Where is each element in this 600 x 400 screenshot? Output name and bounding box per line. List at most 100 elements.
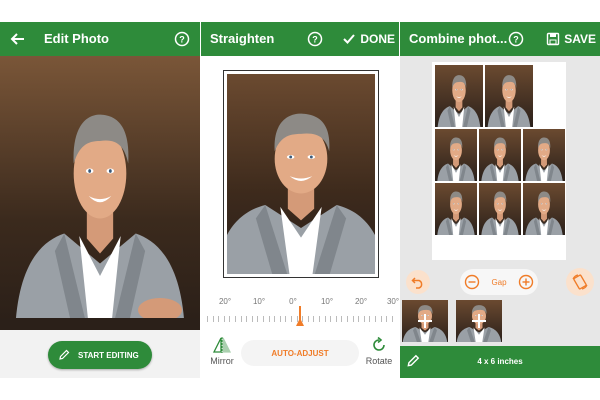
sheet-photo[interactable] bbox=[478, 182, 522, 236]
straighten-screen: Straighten ? DONE 20° 10° 0° 10° 20° 30° bbox=[201, 22, 399, 378]
auto-adjust-button[interactable]: AUTO-ADJUST bbox=[241, 340, 359, 366]
sheet-photo[interactable] bbox=[522, 182, 566, 236]
ruler-tick bbox=[352, 316, 354, 322]
ruler-tick bbox=[218, 316, 220, 322]
photo-tray bbox=[400, 298, 600, 346]
ruler-tick bbox=[324, 316, 326, 322]
save-label: SAVE bbox=[564, 32, 596, 46]
sheet-photo[interactable] bbox=[478, 128, 522, 182]
plus-icon bbox=[472, 314, 486, 328]
tray-photo[interactable] bbox=[402, 300, 448, 342]
ruler-tick bbox=[386, 316, 388, 322]
edit-photo-app-bar: Edit Photo ? bbox=[0, 22, 200, 56]
straighten-app-bar: Straighten ? DONE bbox=[201, 22, 399, 56]
mirror-button[interactable]: Mirror bbox=[207, 336, 237, 366]
ruler-tick bbox=[279, 316, 281, 322]
print-size-label: 4 x 6 inches bbox=[477, 357, 523, 366]
straighten-controls: Mirror AUTO-ADJUST Rotate bbox=[201, 332, 399, 378]
ruler-tick bbox=[207, 316, 208, 322]
plus-circle-icon[interactable] bbox=[518, 274, 534, 290]
svg-text:?: ? bbox=[179, 35, 185, 45]
ruler-tick bbox=[319, 316, 320, 322]
bottom-margin bbox=[0, 378, 600, 400]
ruler-tick bbox=[263, 316, 264, 322]
sheet-photo[interactable] bbox=[522, 128, 566, 182]
print-size-bar[interactable]: 4 x 6 inches bbox=[400, 346, 600, 378]
save-button[interactable]: SAVE bbox=[546, 22, 596, 56]
sheet-photo[interactable] bbox=[434, 64, 484, 128]
ruler-tick bbox=[235, 316, 236, 322]
undo-button[interactable] bbox=[406, 270, 430, 294]
rotate-layout-button[interactable] bbox=[566, 268, 594, 296]
ruler-label: 0° bbox=[289, 297, 297, 306]
sheet-photo[interactable] bbox=[484, 64, 534, 128]
help-circle-icon[interactable]: ? bbox=[508, 31, 524, 47]
ruler-tick bbox=[369, 316, 371, 322]
help-circle-icon[interactable]: ? bbox=[174, 31, 190, 47]
layout-controls: Gap bbox=[400, 266, 600, 298]
ruler-tick bbox=[330, 316, 332, 322]
page-title: Combine phot... bbox=[409, 31, 508, 46]
done-label: DONE bbox=[360, 32, 395, 46]
sheet-photo[interactable] bbox=[434, 128, 478, 182]
page-title: Straighten bbox=[210, 31, 275, 46]
ruler-tick bbox=[240, 316, 242, 322]
gap-label: Gap bbox=[491, 277, 507, 287]
rotate-button[interactable]: Rotate bbox=[363, 336, 395, 366]
ruler-label: 10° bbox=[252, 297, 266, 306]
undo-icon bbox=[411, 277, 423, 289]
minus-circle-icon[interactable] bbox=[464, 274, 480, 290]
ruler-label: 30° bbox=[386, 297, 399, 306]
combine-photos-screen: Combine phot... ? SAVE Gap 4 x 6 inches bbox=[400, 22, 600, 378]
tray-photo[interactable] bbox=[456, 300, 502, 342]
ruler-tick bbox=[285, 316, 287, 322]
edit-photo-screen: Edit Photo ? START EDITING bbox=[0, 22, 200, 378]
plus-icon bbox=[418, 314, 432, 328]
ruler-tick bbox=[391, 316, 393, 322]
angle-ruler[interactable]: 20° 10° 0° 10° 20° 30° bbox=[201, 294, 399, 332]
check-icon bbox=[343, 34, 356, 44]
ruler-tick bbox=[229, 316, 231, 322]
ruler-tick bbox=[246, 316, 248, 322]
ruler-tick bbox=[358, 316, 360, 322]
print-sheet-preview bbox=[432, 62, 566, 260]
ruler-tick bbox=[313, 316, 315, 322]
help-circle-icon[interactable]: ? bbox=[307, 31, 323, 47]
ruler-tick bbox=[341, 316, 343, 322]
rotate-icon bbox=[572, 274, 588, 290]
ruler-label: 20° bbox=[354, 297, 368, 306]
rotate-icon bbox=[373, 336, 385, 351]
ruler-tick bbox=[347, 316, 348, 322]
ruler-tick bbox=[335, 316, 337, 322]
done-button[interactable]: DONE bbox=[342, 22, 395, 56]
ruler-tick bbox=[251, 316, 253, 322]
svg-text:?: ? bbox=[312, 35, 318, 45]
start-editing-button[interactable]: START EDITING bbox=[48, 341, 152, 369]
svg-text:?: ? bbox=[513, 35, 519, 45]
ruler-tick bbox=[212, 316, 214, 322]
floppy-disk-icon bbox=[547, 32, 560, 46]
arrow-left-icon[interactable] bbox=[10, 31, 26, 47]
pencil-icon bbox=[59, 349, 70, 360]
auto-adjust-label: AUTO-ADJUST bbox=[271, 348, 329, 358]
ruler-tick bbox=[274, 316, 276, 322]
ruler-tick bbox=[375, 316, 376, 322]
ruler-tick bbox=[380, 316, 382, 322]
edit-bottom-bar: START EDITING bbox=[0, 330, 200, 378]
crop-frame[interactable] bbox=[223, 70, 379, 278]
straighten-photo bbox=[227, 74, 375, 274]
ruler-label: 10° bbox=[320, 297, 334, 306]
ruler-pointer[interactable] bbox=[296, 318, 304, 326]
sheet-photo[interactable] bbox=[434, 182, 478, 236]
rotate-label: Rotate bbox=[365, 356, 393, 366]
ruler-tick bbox=[307, 316, 309, 322]
portrait-photo bbox=[0, 56, 200, 330]
mirror-label: Mirror bbox=[210, 356, 234, 366]
page-title: Edit Photo bbox=[44, 31, 109, 46]
start-editing-label: START EDITING bbox=[78, 350, 139, 360]
ruler-tick bbox=[268, 316, 270, 322]
ruler-tick bbox=[257, 316, 259, 322]
top-margin bbox=[0, 0, 600, 22]
ruler-tick bbox=[291, 316, 292, 322]
ruler-tick bbox=[223, 316, 225, 322]
